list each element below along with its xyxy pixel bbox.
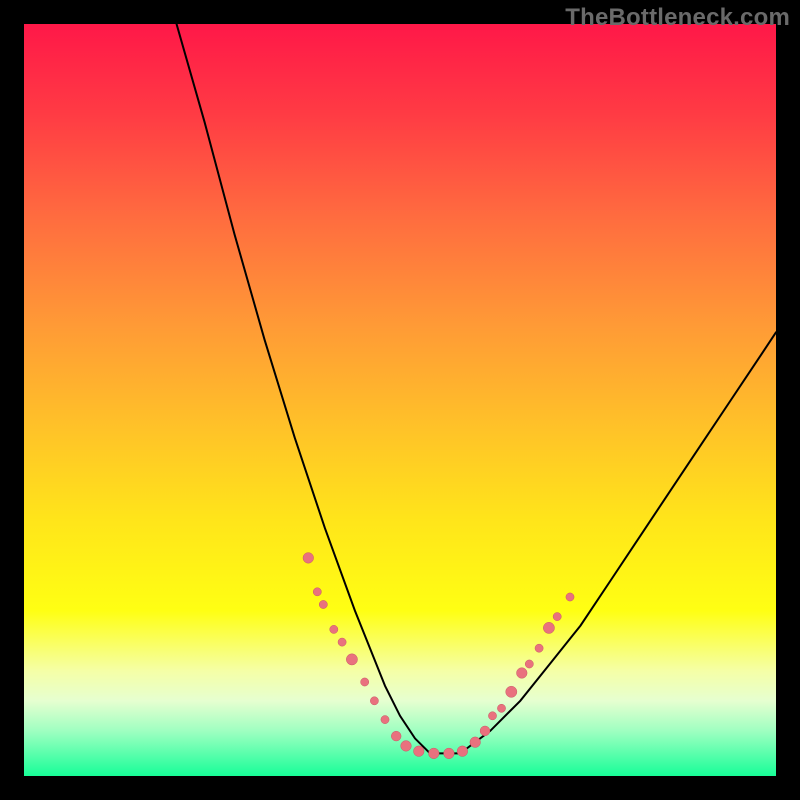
curve-marker: [370, 697, 378, 705]
watermark-text: TheBottleneck.com: [565, 4, 790, 32]
curve-marker: [381, 716, 389, 724]
curve-marker: [470, 737, 481, 748]
curve-marker: [506, 686, 517, 697]
curve-marker: [303, 553, 314, 564]
curve-marker: [444, 748, 455, 759]
curve-marker: [361, 678, 369, 686]
curve-marker: [517, 668, 528, 679]
curve-marker: [488, 712, 496, 720]
chart-frame: [24, 24, 776, 776]
curve-marker: [346, 654, 357, 665]
curve-marker: [313, 588, 321, 596]
curve-marker: [457, 746, 468, 757]
curve-markers: [303, 553, 574, 759]
curve-marker: [338, 638, 346, 646]
curve-marker: [429, 748, 440, 759]
curve-marker: [497, 704, 505, 712]
bottleneck-chart: [24, 24, 776, 776]
curve-marker: [480, 726, 490, 736]
curve-marker: [401, 741, 412, 752]
curve-marker: [535, 644, 543, 652]
curve-marker: [543, 622, 554, 633]
curve-marker: [553, 613, 561, 621]
curve-marker: [566, 593, 574, 601]
curve-marker: [330, 625, 338, 633]
curve-marker: [319, 600, 327, 608]
curve-marker: [391, 731, 401, 741]
curve-marker: [414, 746, 425, 757]
curve-marker: [525, 660, 533, 668]
bottleneck-curve: [174, 24, 776, 753]
